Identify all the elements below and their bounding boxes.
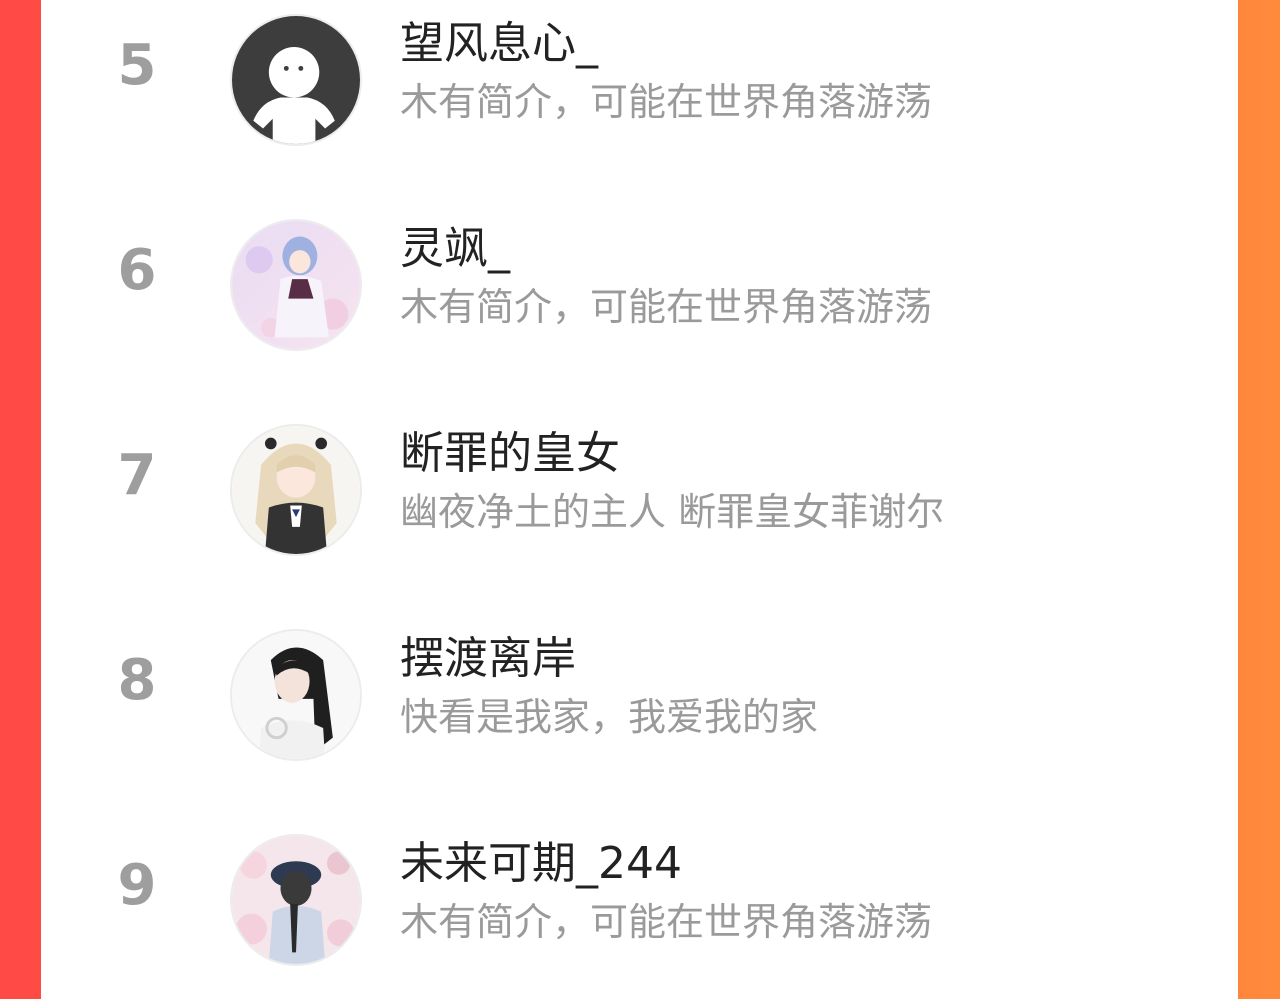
user-bio: 幽夜净土的主人 断罪皇女菲谢尔 [400,490,945,534]
default-avatar-icon[interactable] [230,14,362,146]
rank-number: 5 [117,33,157,98]
ranking-row[interactable]: 6 灵飒_ 木有简介，可能在世界角落游荡 [41,205,1238,355]
user-bio: 快看是我家，我爱我的家 [400,695,819,739]
user-name[interactable]: 未来可期_244 [400,839,682,888]
ranking-row[interactable]: 7 断罪的皇女 幽夜净土的主人 断罪皇女菲谢尔 [41,410,1238,560]
ranking-panel: 5 望风息心_ 木有简介，可能在世界角落游荡 6 灵飒_ 木有简介，可能在世界角… [41,0,1238,999]
anime-girl-avatar[interactable] [230,219,362,351]
user-name[interactable]: 摆渡离岸 [400,634,576,683]
rank-number: 6 [117,238,157,303]
anime-blonde-girl-avatar[interactable] [230,424,362,556]
ranking-row[interactable]: 8 摆渡离岸 快看是我家，我爱我的家 [41,615,1238,765]
user-bio: 木有简介，可能在世界角落游荡 [400,285,933,329]
user-name[interactable]: 望风息心_ [400,19,598,68]
user-bio: 木有简介，可能在世界角落游荡 [400,900,933,944]
girl-with-hat-avatar[interactable] [230,834,362,966]
dark-hair-girl-avatar[interactable] [230,629,362,761]
user-name[interactable]: 断罪的皇女 [400,429,620,478]
user-bio: 木有简介，可能在世界角落游荡 [400,80,933,124]
ranking-row[interactable]: 9 未来可期_244 木有简介，可能在世界角落游荡 [41,820,1238,970]
rank-number: 9 [117,853,157,918]
rank-number: 8 [117,648,157,713]
rank-number: 7 [117,443,157,508]
user-name[interactable]: 灵飒_ [400,224,510,273]
ranking-row[interactable]: 5 望风息心_ 木有简介，可能在世界角落游荡 [41,0,1238,150]
